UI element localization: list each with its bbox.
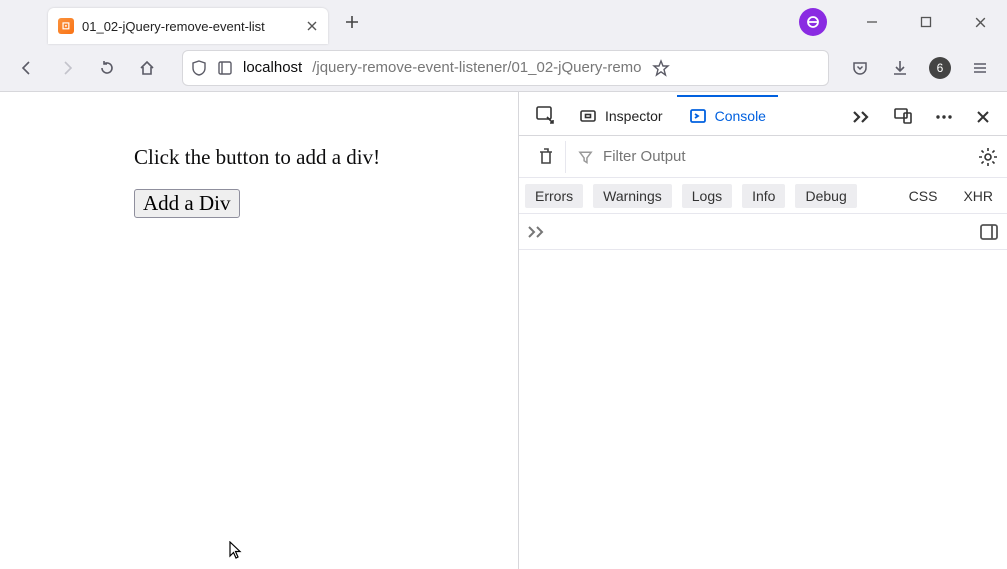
shield-icon[interactable] xyxy=(191,59,207,77)
new-tab-button[interactable] xyxy=(338,8,366,36)
maximize-button[interactable] xyxy=(903,2,949,42)
content-area: Click the button to add a div! Add a Div… xyxy=(0,92,1007,569)
reload-button[interactable] xyxy=(90,51,124,85)
filter-warnings[interactable]: Warnings xyxy=(593,184,672,208)
forward-button[interactable] xyxy=(50,51,84,85)
overflow-tabs-icon[interactable] xyxy=(841,99,881,135)
responsive-mode-icon[interactable] xyxy=(883,97,923,135)
close-window-button[interactable] xyxy=(957,2,1003,42)
console-toolbar xyxy=(519,136,1007,178)
site-info-icon[interactable] xyxy=(217,60,233,76)
nav-toolbar: localhost/jquery-remove-event-listener/0… xyxy=(0,44,1007,92)
browser-tab[interactable]: ⊡ 01_02-jQuery-remove-event-list xyxy=(48,8,328,44)
profile-avatar[interactable] xyxy=(799,8,827,36)
tab-console[interactable]: Console xyxy=(677,95,778,135)
clear-console-icon[interactable] xyxy=(527,141,566,173)
tab-inspector[interactable]: Inspector xyxy=(567,97,675,135)
menu-button[interactable] xyxy=(963,51,997,85)
filter-input[interactable] xyxy=(601,147,965,166)
mouse-cursor-icon xyxy=(228,541,242,561)
element-picker-button[interactable] xyxy=(525,95,565,135)
console-prompt-icon xyxy=(527,225,547,239)
page-heading: Click the button to add a div! xyxy=(134,144,394,171)
browser-window: ⊡ 01_02-jQuery-remove-event-list xyxy=(0,0,1007,569)
console-settings-icon[interactable] xyxy=(977,146,999,168)
filter-logs[interactable]: Logs xyxy=(682,184,732,208)
url-path: /jquery-remove-event-listener/01_02-jQue… xyxy=(312,59,641,76)
badge-count: 6 xyxy=(929,57,951,79)
downloads-button[interactable] xyxy=(883,51,917,85)
filter-css[interactable]: CSS xyxy=(901,184,946,208)
close-devtools-icon[interactable] xyxy=(965,99,1001,135)
extensions-badge[interactable]: 6 xyxy=(923,51,957,85)
xampp-favicon: ⊡ xyxy=(58,18,74,34)
console-label: Console xyxy=(715,108,766,124)
page-viewport: Click the button to add a div! Add a Div xyxy=(0,92,518,569)
pocket-button[interactable] xyxy=(843,51,877,85)
console-filter-chips: Errors Warnings Logs Info Debug CSS XHR xyxy=(519,178,1007,214)
filter-output[interactable] xyxy=(578,147,965,166)
minimize-button[interactable] xyxy=(849,2,895,42)
star-icon[interactable] xyxy=(652,59,670,77)
add-div-button[interactable]: Add a Div xyxy=(134,189,240,218)
console-input-row[interactable] xyxy=(519,214,1007,250)
window-controls xyxy=(799,2,1007,42)
kebab-menu-icon[interactable] xyxy=(925,99,963,135)
devtools-panel: Inspector Console xyxy=(518,92,1007,569)
inspector-label: Inspector xyxy=(605,108,663,124)
url-host: localhost xyxy=(243,59,302,76)
tab-title: 01_02-jQuery-remove-event-list xyxy=(82,19,298,34)
filter-errors[interactable]: Errors xyxy=(525,184,583,208)
url-bar[interactable]: localhost/jquery-remove-event-listener/0… xyxy=(182,50,829,86)
split-console-icon[interactable] xyxy=(979,223,999,241)
devtools-tabbar: Inspector Console xyxy=(519,92,1007,136)
close-tab-icon[interactable] xyxy=(306,20,318,32)
home-button[interactable] xyxy=(130,51,164,85)
filter-debug[interactable]: Debug xyxy=(795,184,856,208)
back-button[interactable] xyxy=(10,51,44,85)
filter-xhr[interactable]: XHR xyxy=(955,184,1001,208)
tab-bar: ⊡ 01_02-jQuery-remove-event-list xyxy=(0,0,1007,44)
filter-info[interactable]: Info xyxy=(742,184,785,208)
